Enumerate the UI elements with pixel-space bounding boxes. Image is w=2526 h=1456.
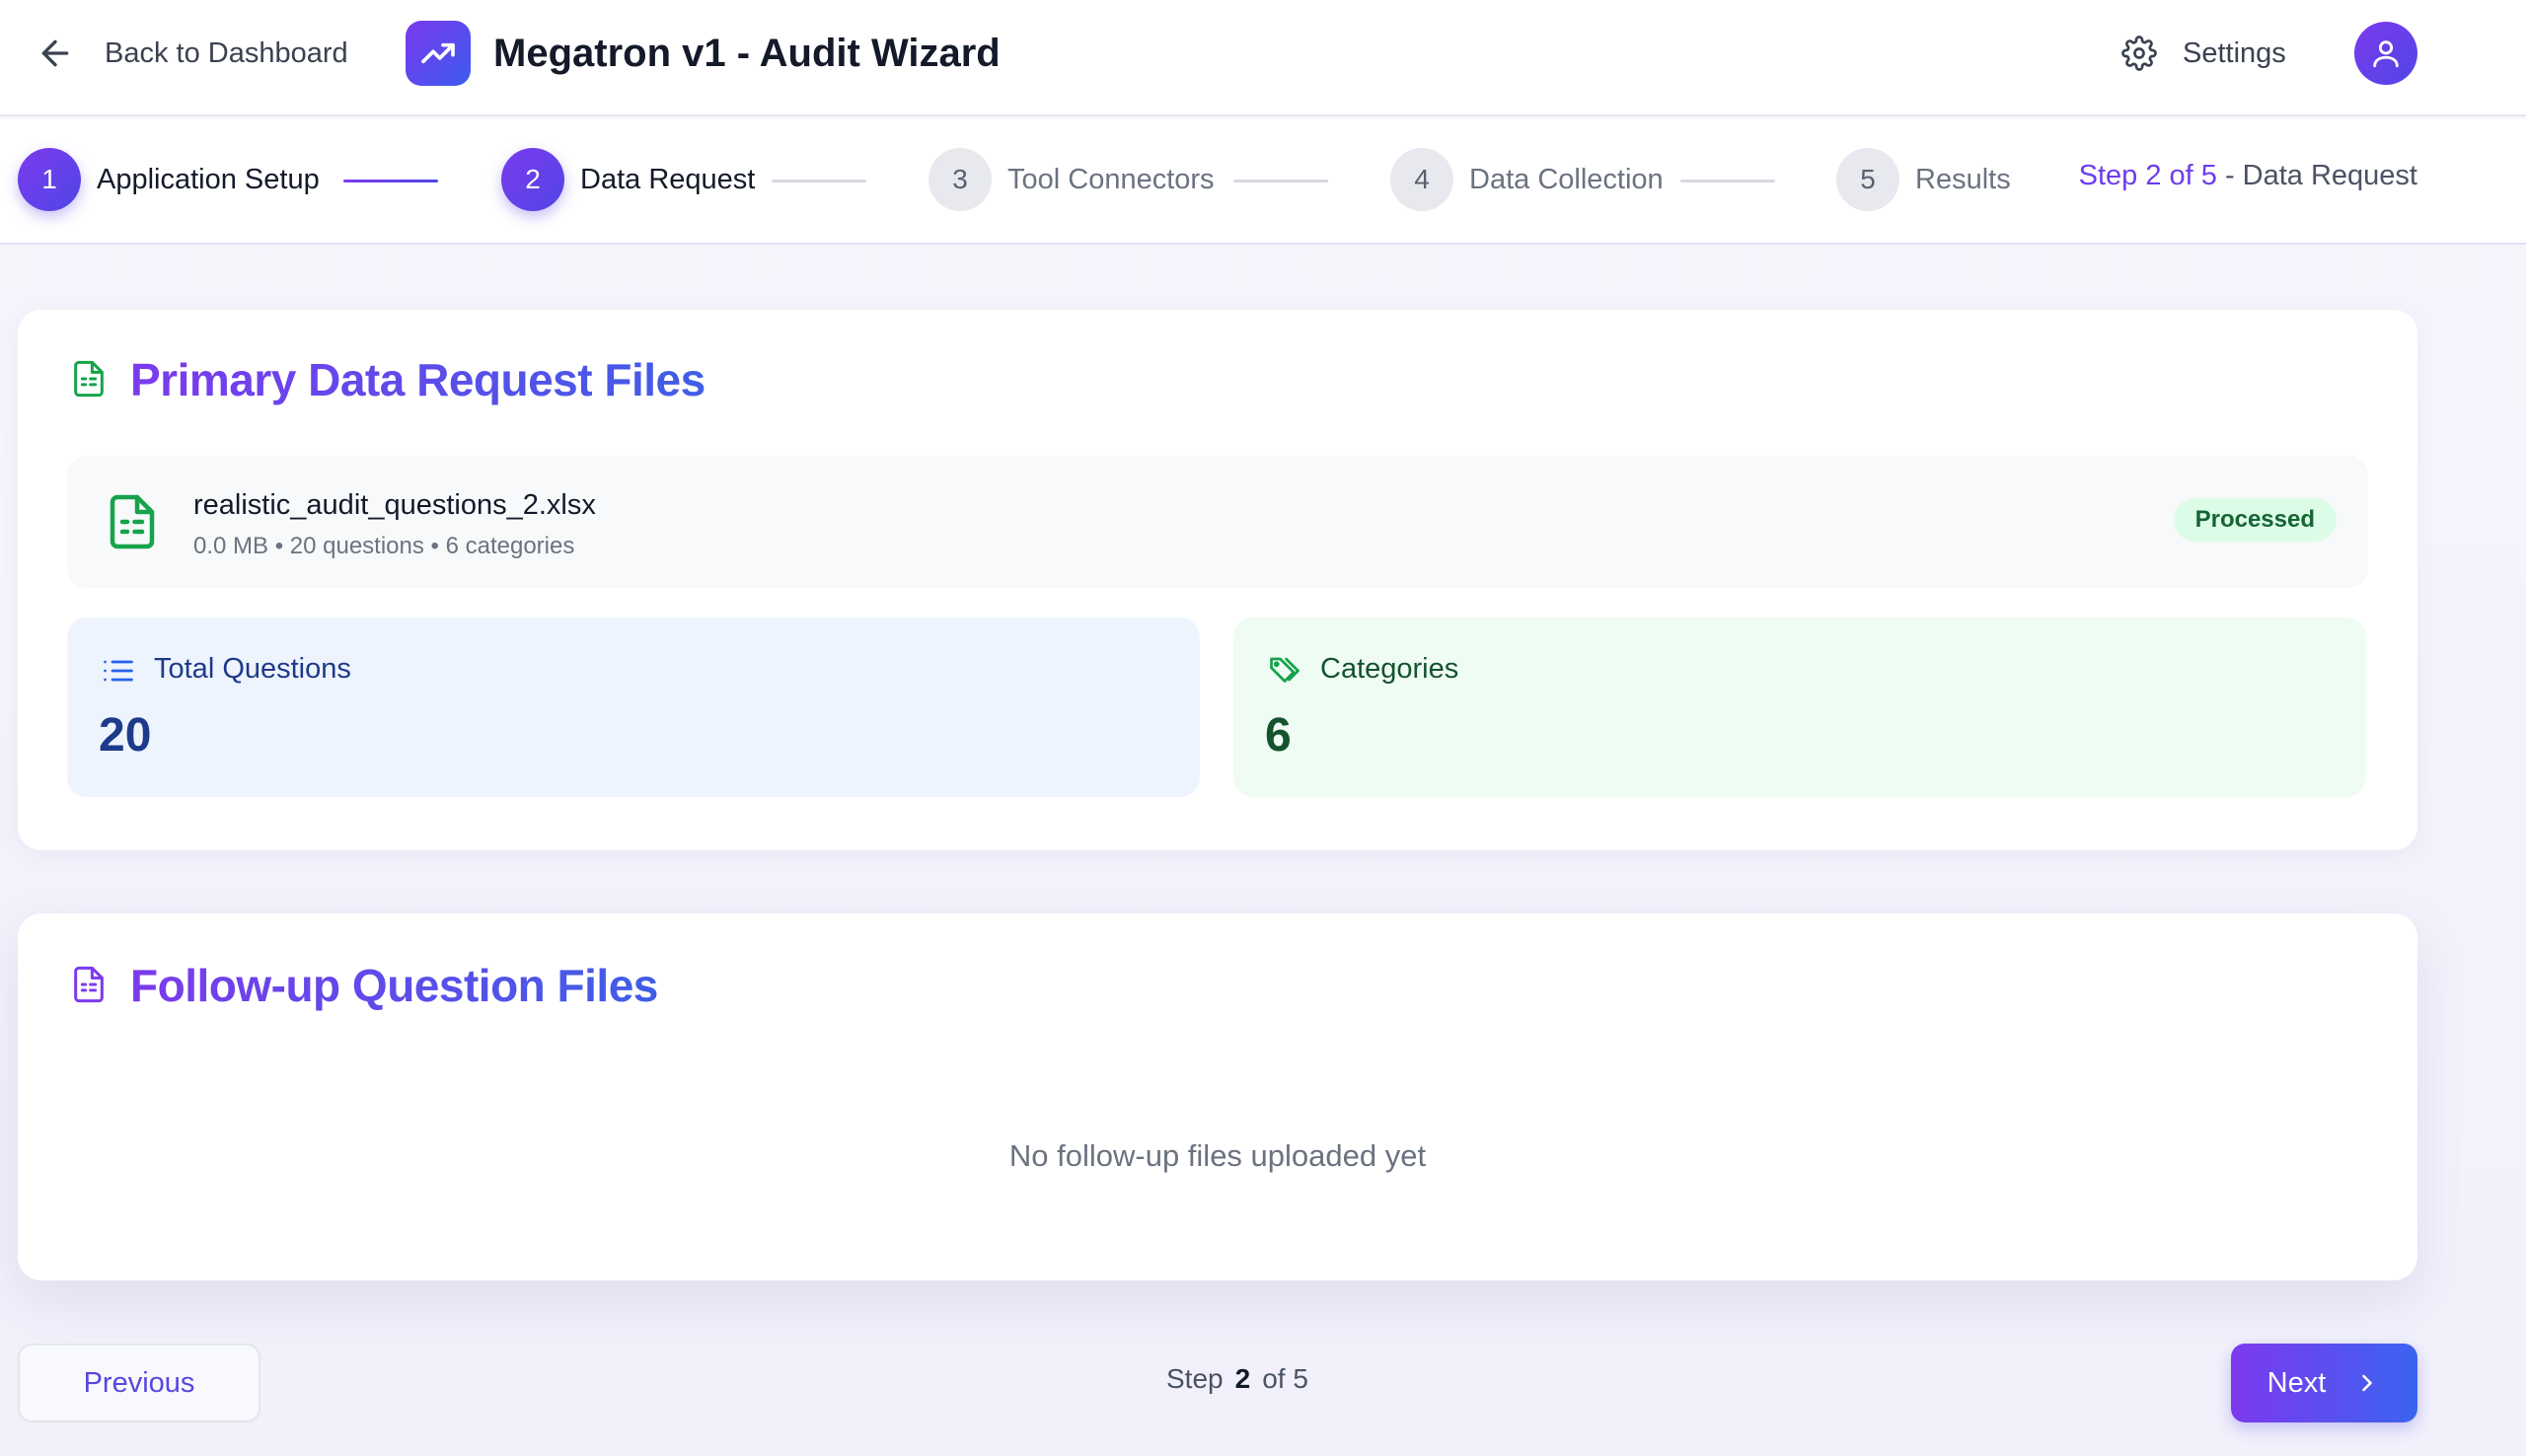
gear-icon bbox=[2121, 36, 2157, 71]
categories-stat: Categories 6 bbox=[1233, 618, 2366, 797]
step-connector bbox=[772, 180, 866, 182]
step-tool-connectors[interactable]: 3 Tool Connectors bbox=[929, 148, 1215, 211]
trending-up-icon bbox=[421, 42, 455, 64]
followup-files-card: Follow-up Question Files No follow-up fi… bbox=[18, 913, 2417, 1280]
back-label: Back to Dashboard bbox=[105, 36, 348, 69]
back-to-dashboard-link[interactable]: Back to Dashboard bbox=[36, 30, 348, 77]
step-counter: Step 2 of 5 bbox=[1166, 1363, 1308, 1395]
step-number: 2 bbox=[501, 148, 564, 211]
step-status-text: Step 2 of 5 - Data Request bbox=[2079, 160, 2417, 192]
user-avatar[interactable] bbox=[2354, 22, 2417, 85]
file-spreadsheet-icon bbox=[74, 360, 104, 398]
file-meta: 0.0 MB • 20 questions • 6 categories bbox=[193, 533, 575, 559]
uploaded-file-row[interactable]: realistic_audit_questions_2.xlsx 0.0 MB … bbox=[67, 456, 2368, 588]
step-label: Application Setup bbox=[97, 163, 320, 195]
primary-files-title: Primary Data Request Files bbox=[130, 354, 706, 405]
settings-button[interactable]: Settings bbox=[2121, 30, 2286, 77]
stat-label: Total Questions bbox=[154, 653, 351, 685]
step-number: 3 bbox=[929, 148, 992, 211]
step-connector bbox=[1680, 180, 1775, 182]
app-logo bbox=[406, 21, 471, 86]
step-word: Step bbox=[1166, 1363, 1224, 1394]
step-connector bbox=[1233, 180, 1328, 182]
step-number: 4 bbox=[1390, 148, 1453, 211]
page-title: Megatron v1 - Audit Wizard bbox=[493, 32, 1001, 75]
previous-button[interactable]: Previous bbox=[18, 1344, 260, 1422]
step-label: Data Collection bbox=[1469, 163, 1664, 195]
settings-label: Settings bbox=[2183, 36, 2286, 69]
step-status-suffix: - Data Request bbox=[2216, 160, 2417, 191]
step-label: Results bbox=[1915, 163, 2011, 195]
step-number: 1 bbox=[18, 148, 81, 211]
step-application-setup[interactable]: 1 Application Setup bbox=[18, 148, 320, 211]
file-text-icon bbox=[74, 966, 104, 1003]
step-total: of 5 bbox=[1262, 1363, 1308, 1394]
empty-state-text: No follow-up files uploaded yet bbox=[1008, 1138, 1427, 1173]
step-data-collection[interactable]: 4 Data Collection bbox=[1390, 148, 1664, 211]
primary-files-card: Primary Data Request Files realistic_aud… bbox=[18, 310, 2417, 850]
step-results[interactable]: 5 Results bbox=[1836, 148, 2011, 211]
tags-icon bbox=[1270, 657, 1300, 683]
status-badge: Processed bbox=[2173, 498, 2337, 542]
next-button[interactable]: Next bbox=[2231, 1344, 2417, 1422]
next-label: Next bbox=[2266, 1366, 2327, 1399]
spreadsheet-file-icon bbox=[110, 494, 155, 549]
total-questions-stat: Total Questions 20 bbox=[67, 618, 1200, 797]
followup-files-title: Follow-up Question Files bbox=[130, 960, 658, 1011]
step-label: Tool Connectors bbox=[1007, 163, 1215, 195]
arrow-left-icon bbox=[41, 39, 69, 67]
current-step-number: 2 bbox=[1234, 1363, 1251, 1394]
top-bar: Back to Dashboard Megatron v1 - Audit Wi… bbox=[0, 0, 2526, 116]
stat-label: Categories bbox=[1320, 653, 1459, 685]
stat-value: 6 bbox=[1265, 709, 1292, 762]
file-name: realistic_audit_questions_2.xlsx bbox=[193, 489, 596, 521]
step-status-prefix: Step 2 of 5 bbox=[2078, 160, 2217, 191]
stat-value: 20 bbox=[99, 709, 152, 762]
user-icon bbox=[2373, 40, 2399, 68]
list-icon bbox=[104, 660, 133, 682]
chevron-right-icon bbox=[2362, 1374, 2373, 1392]
step-connector bbox=[343, 180, 438, 182]
step-number: 5 bbox=[1836, 148, 1899, 211]
step-label: Data Request bbox=[580, 163, 756, 195]
step-data-request[interactable]: 2 Data Request bbox=[501, 148, 755, 211]
